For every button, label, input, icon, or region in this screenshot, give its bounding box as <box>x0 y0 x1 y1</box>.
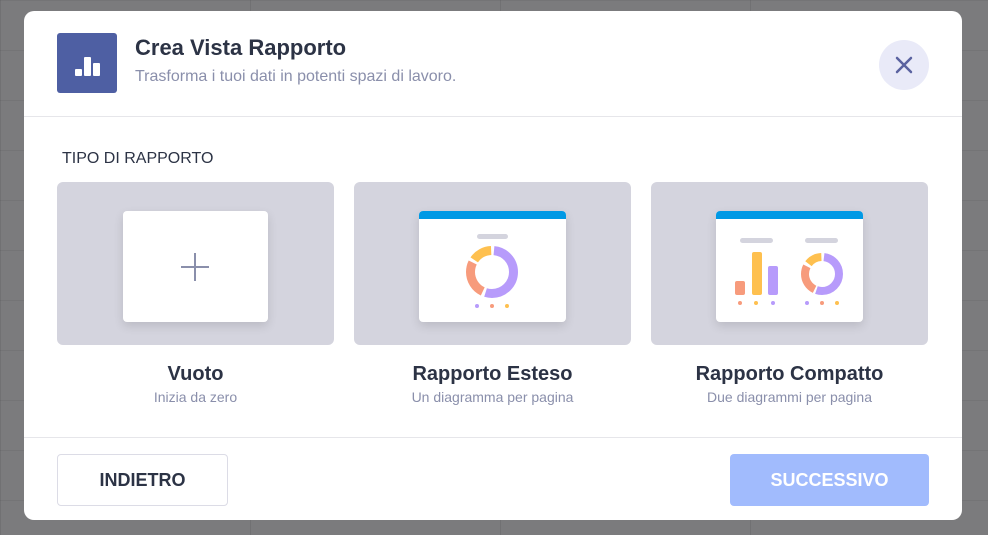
report-type-label: TIPO DI RAPPORTO <box>62 150 214 167</box>
bar-and-donut-chart-icon <box>735 238 843 305</box>
option-name: Rapporto Esteso <box>412 363 573 385</box>
option-compact-report[interactable]: Rapporto Compatto Due diagrammi per pagi… <box>651 182 928 405</box>
option-desc: Un diagramma per pagina <box>411 389 574 405</box>
option-desc: Inizia da zero <box>153 389 238 405</box>
dialog-subtitle: Trasforma i tuoi dati in potenti spazi d… <box>135 68 457 85</box>
close-button[interactable] <box>879 40 929 90</box>
blank-thumbnail <box>123 211 268 322</box>
extended-thumbnail <box>419 211 566 322</box>
dialog-title: Crea Vista Rapporto <box>135 35 347 60</box>
option-blank[interactable]: Vuoto Inizia da zero <box>57 182 334 405</box>
option-desc: Due diagrammi per pagina <box>707 389 872 405</box>
donut-chart-icon <box>466 234 518 308</box>
back-button[interactable]: INDIETRO <box>57 454 228 506</box>
next-button[interactable]: SUCCESSIVO <box>730 454 929 506</box>
create-report-dialog: Crea Vista Rapporto Trasforma i tuoi dat… <box>24 11 962 520</box>
close-icon <box>895 56 913 74</box>
plus-icon <box>181 253 209 281</box>
dialog-footer: INDIETRO SUCCESSIVO <box>24 437 962 520</box>
option-name: Vuoto <box>167 363 224 385</box>
compact-thumbnail <box>716 211 863 322</box>
dialog-header: Crea Vista Rapporto Trasforma i tuoi dat… <box>24 11 962 117</box>
option-extended-report[interactable]: Rapporto Esteso Un diagramma per pagina <box>354 182 631 405</box>
option-name: Rapporto Compatto <box>695 363 884 385</box>
report-chart-icon <box>57 33 117 93</box>
